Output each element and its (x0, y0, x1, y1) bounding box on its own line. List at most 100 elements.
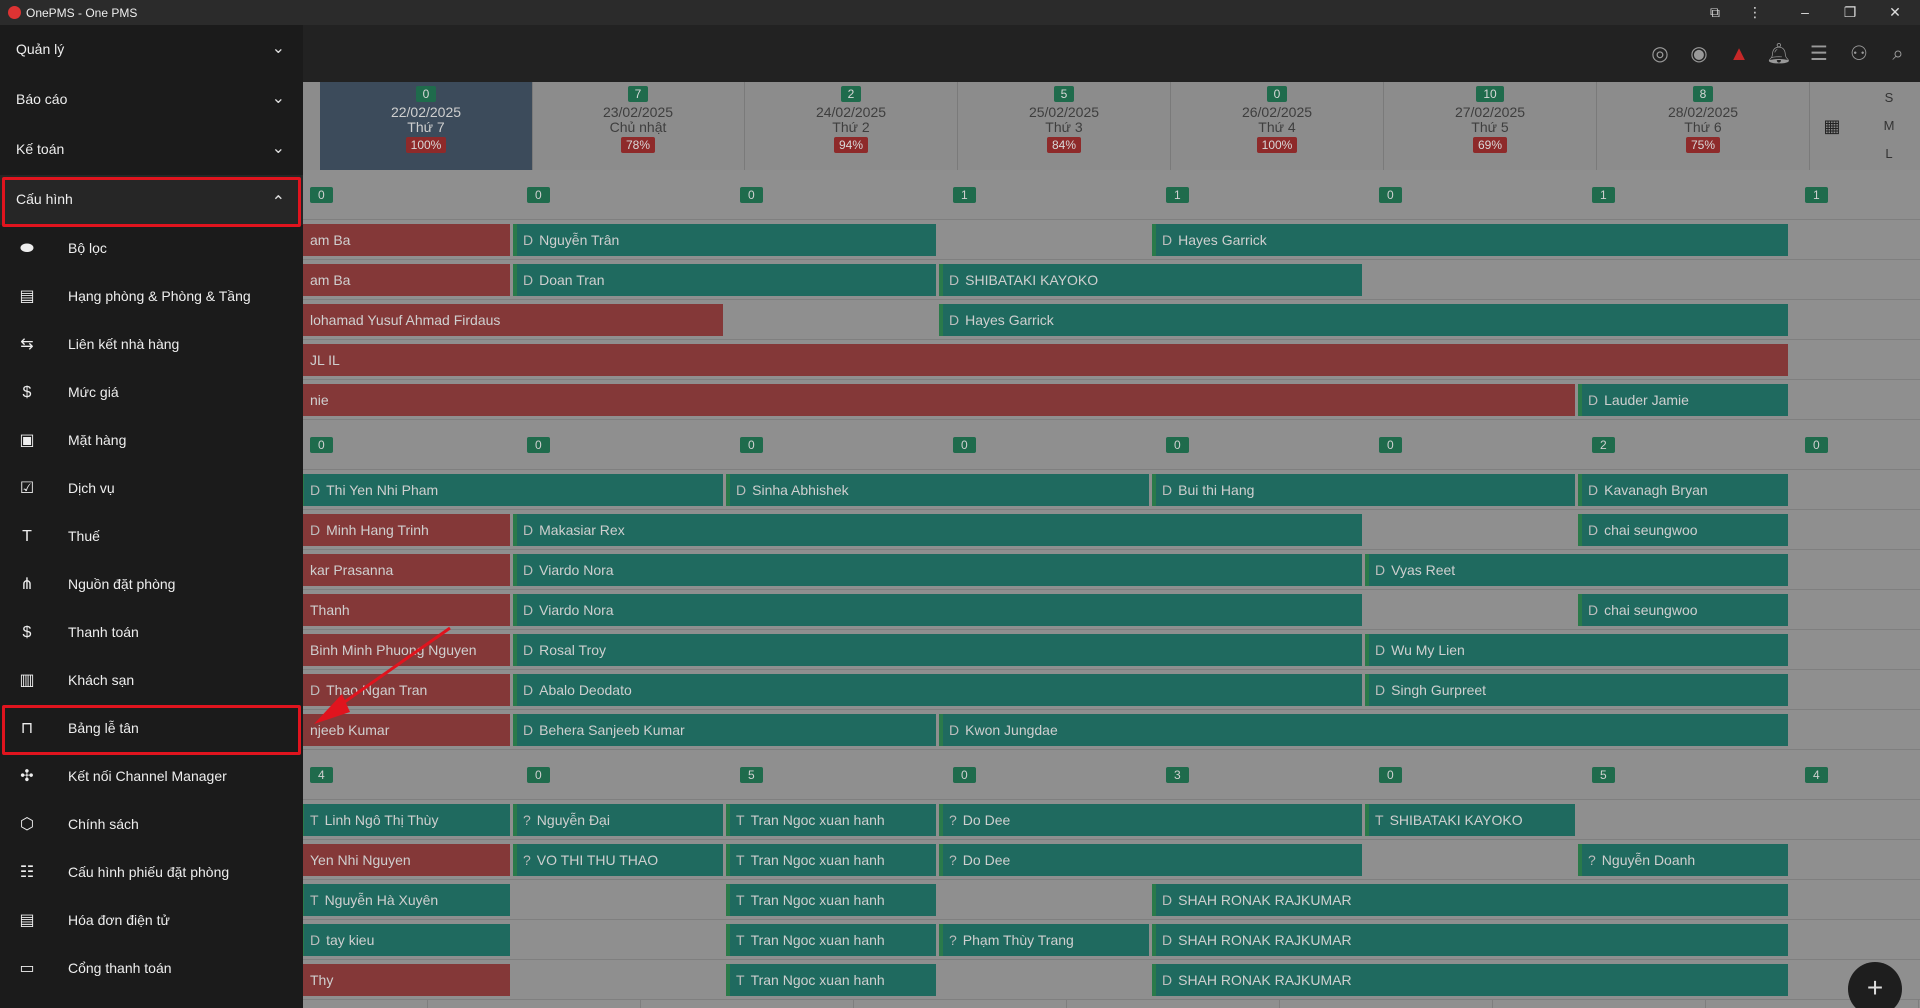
view-size-small[interactable]: S (1880, 90, 1898, 105)
booking-block[interactable]: D Vyas Reet (1365, 554, 1788, 586)
booking-block[interactable]: kar Prasanna (300, 554, 510, 586)
date-column-header[interactable]: 10 27/02/2025 Thứ 5 69% (1384, 82, 1597, 170)
booking-block[interactable]: Thy (300, 964, 510, 996)
booking-block[interactable]: T Tran Ngoc xuan hanh (726, 924, 936, 956)
sidebar-item-13[interactable]: ☷ Cấu hình phiếu đặt phòng (0, 849, 303, 897)
booking-block[interactable]: D Nguyễn Trân (513, 224, 936, 256)
list-icon[interactable]: ☰ (1806, 41, 1832, 67)
minimize-button[interactable]: – (1790, 2, 1820, 22)
sidebar-item-7[interactable]: ⋔ Nguồn đặt phòng (0, 561, 303, 609)
booking-block[interactable]: T Tran Ngoc xuan hanh (726, 964, 936, 996)
bell-icon[interactable]: 🔔︎ (1766, 41, 1792, 67)
booking-block[interactable]: ? Nguyễn Doanh (1578, 844, 1788, 876)
booking-block[interactable]: D Kwon Jungdae (939, 714, 1788, 746)
add-booking-button[interactable]: + (1848, 962, 1902, 1008)
sidebar-item-9[interactable]: ▥ Khách sạn (0, 657, 303, 705)
booking-block[interactable]: D Sinha Abhishek (726, 474, 1149, 506)
sidebar-item-label: Cấu hình phiếu đặt phòng (68, 864, 230, 880)
close-button[interactable]: ✕ (1880, 2, 1910, 22)
booking-block[interactable]: nie (300, 384, 1575, 416)
booking-block[interactable]: Dchai seungwoo (1578, 594, 1788, 626)
date-column-header[interactable]: 8 28/02/2025 Thứ 6 75% (1597, 82, 1810, 170)
booking-block[interactable]: lohamad Yusuf Ahmad Firdaus (300, 304, 723, 336)
room-row: kar Prasanna D Viardo Nora D Vyas Reet (300, 550, 1920, 590)
policy-icon: ⬡ (20, 816, 34, 833)
date-column-header[interactable]: 0 22/02/2025 Thứ 7 100% (320, 82, 533, 170)
booking-block[interactable]: Dtay kieu (300, 924, 510, 956)
booking-block[interactable]: ? VO THI THU THAO (513, 844, 723, 876)
booking-block[interactable]: ? Do Dee (939, 804, 1362, 836)
booking-block[interactable]: ? Do Dee (939, 844, 1362, 876)
view-size-medium[interactable]: M (1880, 118, 1898, 133)
booking-block[interactable]: ? Phạm Thùy Trang (939, 924, 1149, 956)
warning-icon[interactable]: ▲ (1726, 41, 1752, 67)
booking-block[interactable]: T Nguyễn Hà Xuyên (300, 884, 510, 916)
more-vertical-icon[interactable]: ⋮ (1740, 2, 1770, 22)
sidebar-item-0[interactable]: ⬬ Bộ lọc (0, 225, 303, 273)
booking-block[interactable]: D Minh Hang Trinh (300, 514, 510, 546)
booking-block[interactable]: am Ba (300, 224, 510, 256)
booking-block[interactable]: D SHAH RONAK RAJKUMAR (1152, 964, 1788, 996)
booking-block[interactable]: D SHIBATAKI KAYOKO (939, 264, 1362, 296)
booking-block[interactable]: Yen Nhi Nguyen (300, 844, 510, 876)
date-column-header[interactable]: 0 26/02/2025 Thứ 4 100% (1171, 82, 1384, 170)
booking-block[interactable]: D Doan Tran (513, 264, 936, 296)
sidebar-item-6[interactable]: T Thuế (0, 513, 303, 561)
booking-status-tag: D (1162, 972, 1173, 988)
booking-block[interactable]: Dchai seungwoo (1578, 514, 1788, 546)
booking-block[interactable]: T SHIBATAKI KAYOKO (1365, 804, 1575, 836)
eye-icon[interactable]: ◉ (1686, 41, 1712, 67)
booking-block[interactable]: am Ba (300, 264, 510, 296)
booking-block[interactable]: D Abalo Deodato (513, 674, 1362, 706)
date-column-header[interactable]: 2 24/02/2025 Thứ 2 94% (745, 82, 958, 170)
booking-block[interactable]: D Behera Sanjeeb Kumar (513, 714, 936, 746)
sidebar-item-15[interactable]: ▭ Cổng thanh toán (0, 945, 303, 993)
view-size-large[interactable]: L (1880, 146, 1898, 161)
sidebar-item-1[interactable]: ▤ Hạng phòng & Phòng & Tầng (0, 273, 303, 321)
booking-block[interactable]: JL IL (300, 344, 1788, 376)
extension-icon[interactable]: ⧉ (1700, 2, 1730, 22)
card-icon: ▭ (19, 960, 35, 977)
guest-name: Hayes Garrick (965, 312, 1054, 328)
date-column-header[interactable]: 7 23/02/2025 Chủ nhật 78% (532, 82, 745, 170)
booking-status-tag: D (1588, 522, 1599, 538)
sidebar-item-4[interactable]: ▣ Mặt hàng (0, 417, 303, 465)
booking-block[interactable]: D Viardo Nora (513, 554, 1362, 586)
sidebar-item-2[interactable]: ⇆ Liên kết nhà hàng (0, 321, 303, 369)
sidebar-item-3[interactable]: $ Mức giá (0, 369, 303, 417)
fingerprint-icon[interactable]: ◎ (1647, 41, 1673, 67)
booking-block[interactable]: D Bui thi Hang (1152, 474, 1575, 506)
search-icon[interactable]: ⌕ (1885, 41, 1911, 67)
sidebar-item-5[interactable]: ☑ Dịch vụ (0, 465, 303, 513)
booking-block[interactable]: D Rosal Troy (513, 634, 1362, 666)
sidebar-item-14[interactable]: ▤ Hóa đơn điện tử (0, 897, 303, 945)
sidebar-item-8[interactable]: $ Thanh toán (0, 609, 303, 657)
restore-button[interactable]: ❐ (1835, 2, 1865, 22)
booking-block[interactable]: T Linh Ngô Thị Thùy (300, 804, 510, 836)
booking-block[interactable]: D Lauder Jamie (1578, 384, 1788, 416)
calendar-icon[interactable]: ▦ (1820, 116, 1844, 138)
date-column-header[interactable]: 5 25/02/2025 Thứ 3 84% (958, 82, 1171, 170)
booking-block[interactable]: D SHAH RONAK RAJKUMAR (1152, 924, 1788, 956)
sidebar-section-management[interactable]: Quản lý ⌄ (0, 25, 303, 75)
add-user-icon[interactable]: ⚇ (1846, 41, 1872, 67)
booking-block[interactable]: D Hayes Garrick (939, 304, 1788, 336)
booking-block[interactable]: D Hayes Garrick (1152, 224, 1788, 256)
booking-block[interactable]: D Wu My Lien (1365, 634, 1788, 666)
booking-block[interactable]: D Viardo Nora (513, 594, 1362, 626)
booking-block[interactable]: D Makasiar Rex (513, 514, 1362, 546)
sidebar-item-11[interactable]: ✣ Kết nối Channel Manager (0, 753, 303, 801)
booking-block[interactable]: T Tran Ngoc xuan hanh (726, 844, 936, 876)
sidebar-section-reports[interactable]: Báo cáo ⌄ (0, 75, 303, 125)
booking-block[interactable]: ? Nguyễn Đại (513, 804, 723, 836)
available-count-badge: 5 (740, 767, 763, 783)
room-row: Thy T Tran Ngoc xuan hanh D SHAH RONAK RAJKU… (300, 960, 1920, 1000)
sidebar-section-accounting[interactable]: Kế toán ⌄ (0, 125, 303, 175)
booking-block[interactable]: D Singh Gurpreet (1365, 674, 1788, 706)
booking-block[interactable]: T Tran Ngoc xuan hanh (726, 884, 936, 916)
booking-block[interactable]: D Kavanagh Bryan (1578, 474, 1788, 506)
booking-block[interactable]: D SHAH RONAK RAJKUMAR (1152, 884, 1788, 916)
booking-block[interactable]: T Tran Ngoc xuan hanh (726, 804, 936, 836)
sidebar-item-12[interactable]: ⬡ Chính sách (0, 801, 303, 849)
booking-block[interactable]: D Thi Yen Nhi Pham (300, 474, 723, 506)
